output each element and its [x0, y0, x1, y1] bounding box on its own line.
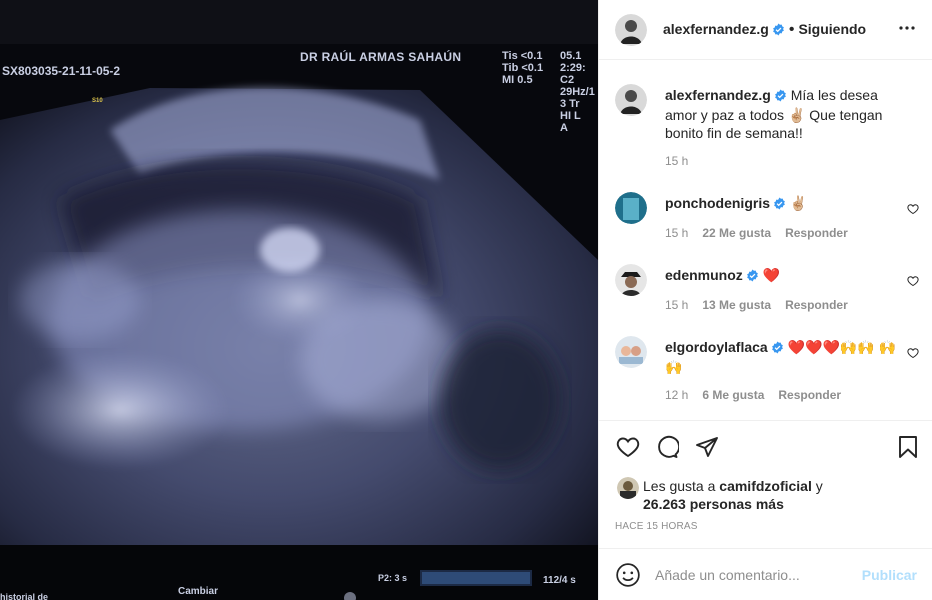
- verified-badge-icon: [746, 268, 759, 286]
- like-comment-heart-icon[interactable]: [907, 346, 919, 364]
- verified-badge-icon: [771, 340, 784, 358]
- post-image[interactable]: DR RAÚL ARMAS SAHAÚN SX803035-21-11-05-2…: [0, 0, 598, 600]
- more-options-icon[interactable]: [899, 20, 915, 41]
- p2-label: P2: 3 s: [378, 573, 408, 583]
- comment-item: elgordoylaflaca ❤️❤️❤️🙌🙌 🙌🙌 12 h 6 Me gus…: [615, 336, 931, 416]
- like-comment-heart-icon[interactable]: [907, 202, 919, 220]
- thermal-index: Tis <0.1 Tib <0.1 MI 0.5: [502, 50, 544, 86]
- caption-username[interactable]: alexfernandez.g: [665, 87, 771, 103]
- comment-time[interactable]: 15 h: [665, 226, 688, 240]
- comment-body: ❤️: [762, 267, 781, 283]
- comment-body: ✌🏼: [789, 195, 808, 211]
- post-panel: alexfernandez.g • Siguiendo alexfernandez.…: [598, 0, 932, 600]
- ultrasound-image: [0, 0, 598, 600]
- comment-item: edenmunoz ❤️ 15 h 13 Me gusta Responder: [615, 264, 931, 324]
- like-comment-heart-icon[interactable]: [907, 274, 919, 292]
- comment-username[interactable]: ponchodenigris: [665, 195, 770, 211]
- share-send-icon[interactable]: [695, 435, 719, 464]
- author-avatar[interactable]: [615, 14, 647, 46]
- comment-bubble-icon[interactable]: [655, 435, 681, 464]
- likes-summary: Les gusta a camifdzoficial y 26.263 pers…: [643, 477, 823, 513]
- comment-likes[interactable]: 13 Me gusta: [702, 298, 771, 312]
- comment-meta: 15 h 13 Me gusta Responder: [665, 298, 862, 312]
- caption-text: alexfernandez.g Mía les desea amor y paz…: [665, 86, 900, 142]
- verified-badge-icon: [773, 196, 786, 214]
- comment-meta: 15 h 22 Me gusta Responder: [665, 226, 862, 240]
- post-timestamp[interactable]: HACE 15 HORAS: [615, 521, 698, 532]
- author-avatar[interactable]: [615, 84, 647, 116]
- comment-meta: 12 h 6 Me gusta Responder: [665, 388, 855, 402]
- comment-text: elgordoylaflaca ❤️❤️❤️🙌🙌 🙌🙌: [665, 338, 900, 376]
- frame-rate: 112/4 s: [543, 575, 576, 586]
- comment-time[interactable]: 15 h: [665, 298, 688, 312]
- emoji-icon[interactable]: [615, 562, 641, 593]
- verified-badge-icon: [772, 23, 785, 41]
- likes-prefix: Les gusta a: [643, 478, 716, 494]
- liker-username[interactable]: camifdzoficial: [719, 478, 812, 494]
- caption-meta: 15 h: [665, 154, 702, 168]
- like-heart-icon[interactable]: [615, 435, 641, 464]
- following-button[interactable]: Siguiendo: [798, 21, 866, 37]
- comment-username[interactable]: elgordoylaflaca: [665, 339, 768, 355]
- comment-likes[interactable]: 22 Me gusta: [702, 226, 771, 240]
- likes-count[interactable]: 26.263 personas más: [643, 496, 784, 512]
- likes-conj: y: [815, 478, 823, 494]
- doctor-name: DR RAÚL ARMAS SAHAÚN: [300, 50, 462, 64]
- reply-button[interactable]: Responder: [785, 226, 848, 240]
- comment-likes[interactable]: 6 Me gusta: [702, 388, 764, 402]
- comment-text: edenmunoz ❤️: [665, 266, 900, 286]
- verified-badge-icon: [774, 88, 787, 106]
- comment-username[interactable]: edenmunoz: [665, 267, 743, 283]
- study-id: SX803035-21-11-05-2: [2, 64, 121, 78]
- post-header: alexfernandez.g • Siguiendo: [599, 0, 932, 60]
- commenter-avatar[interactable]: [615, 192, 647, 224]
- comment-time[interactable]: 12 h: [665, 388, 688, 402]
- commenter-avatar[interactable]: [615, 336, 647, 368]
- header-separator: •: [788, 21, 795, 38]
- historial-label: historial de: [0, 592, 49, 600]
- publish-button[interactable]: Publicar: [862, 567, 917, 583]
- liker-avatar[interactable]: [617, 477, 639, 499]
- comment-text: ponchodenigris ✌🏼: [665, 194, 900, 214]
- reply-button[interactable]: Responder: [778, 388, 841, 402]
- commenter-avatar[interactable]: [615, 264, 647, 296]
- comment-item: ponchodenigris ✌🏼 15 h 22 Me gusta Respond…: [615, 192, 931, 252]
- add-comment-bar: Añade un comentario... Publicar: [599, 548, 932, 600]
- cambiar-label: Cambiar: [178, 586, 219, 597]
- scan-parameters: 05.1 2:29: C2 29Hz/1 3 Tr HI L A: [560, 50, 595, 134]
- author-username[interactable]: alexfernandez.g: [663, 21, 769, 37]
- caption-time[interactable]: 15 h: [665, 154, 688, 168]
- comments-list: alexfernandez.g Mía les desea amor y paz…: [599, 60, 932, 420]
- caption-comment: alexfernandez.g Mía les desea amor y paz…: [615, 84, 931, 194]
- comment-input[interactable]: Añade un comentario...: [655, 567, 800, 583]
- post-actions: Les gusta a camifdzoficial y 26.263 pers…: [599, 420, 932, 540]
- probe-label: S10: [92, 98, 103, 104]
- bookmark-icon[interactable]: [897, 435, 919, 464]
- reply-button[interactable]: Responder: [785, 298, 848, 312]
